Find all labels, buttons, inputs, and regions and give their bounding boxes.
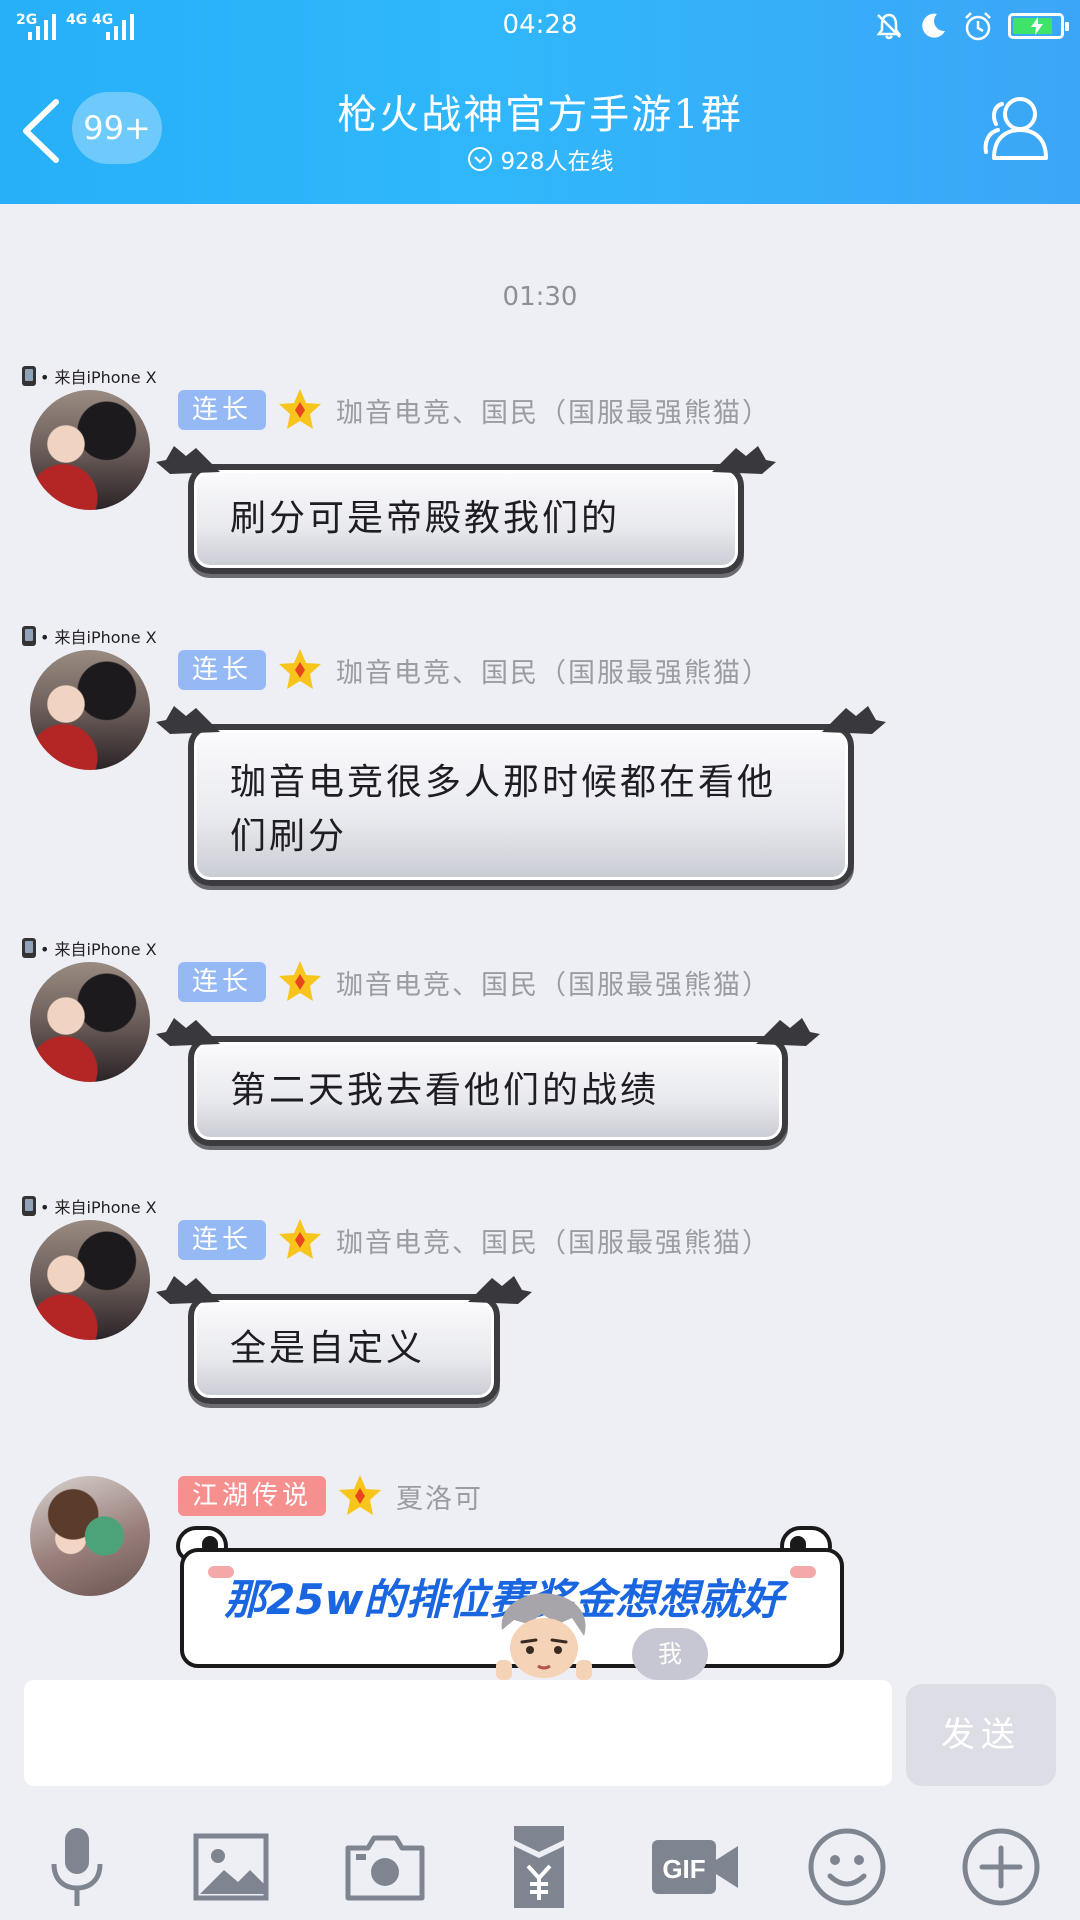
moon-icon <box>922 13 945 38</box>
devil-wing-icon <box>756 1018 820 1046</box>
gif-icon[interactable]: GIF <box>648 1822 744 1912</box>
composer-toolbar: GIF <box>0 1822 1080 1918</box>
sender-nickname[interactable]: 珈音电竞、国民（国服最强熊猫） <box>336 1221 771 1260</box>
charging-bolt-icon <box>1031 17 1043 35</box>
devil-wing-icon <box>468 1276 532 1304</box>
chat-header: 2G 4G 4G 04:28 99+ 枪火战神官方手游1群 928人在线 <box>0 0 1080 204</box>
avatar[interactable] <box>30 1220 150 1340</box>
microphone-icon[interactable] <box>32 1822 122 1912</box>
sender-meta: 连长 珈音电竞、国民（国服最强熊猫） <box>178 1219 771 1260</box>
sender-meta: 连长 珈音电竞、国民（国服最强熊猫） <box>178 961 771 1002</box>
sender-nickname[interactable]: 珈音电竞、国民（国服最强熊猫） <box>336 651 771 690</box>
message-text: 全是自定义 <box>230 1328 426 1369</box>
avatar[interactable] <box>30 962 150 1082</box>
group-title[interactable]: 枪火战神官方手游1群 <box>0 82 1080 140</box>
me-indicator: 我 <box>632 1628 708 1680</box>
message-bubble[interactable]: 刷分可是帝殿教我们的 <box>156 446 776 574</box>
message-text: 第二天我去看他们的战绩 <box>230 1070 660 1111</box>
message-text: 刷分可是帝殿教我们的 <box>230 498 621 539</box>
star-icon <box>279 1219 322 1259</box>
device-label-text: • 来自iPhone X <box>40 1198 157 1217</box>
camera-icon[interactable] <box>340 1822 430 1912</box>
alarm-icon <box>965 12 991 41</box>
iphone-icon <box>22 1196 36 1216</box>
mute-bell-icon <box>876 13 902 40</box>
message-bubble[interactable]: 第二天我去看他们的战绩 <box>156 1018 820 1146</box>
emoji-icon[interactable] <box>802 1822 892 1912</box>
rank-tag: 连长 <box>178 1220 267 1260</box>
online-count-label: 928人在线 <box>500 149 614 175</box>
rank-tag: 江湖传说 <box>178 1476 327 1516</box>
rank-tag: 连长 <box>178 390 267 430</box>
sender-meta: 江湖传说 夏洛可 <box>178 1475 483 1516</box>
devil-wing-icon <box>156 446 220 474</box>
blush-mark <box>790 1566 816 1578</box>
star-icon <box>279 961 322 1001</box>
devil-wing-icon <box>822 706 886 734</box>
status-icons <box>874 10 1069 42</box>
composer: 发送 GIF <box>0 1680 1080 1920</box>
plus-icon[interactable] <box>956 1822 1046 1912</box>
battery-icon <box>1008 13 1069 39</box>
message-text: 珈音电竞很多人那时候都在看他们刷分 <box>230 762 777 857</box>
rank-tag: 连长 <box>178 962 267 1002</box>
avatar[interactable] <box>30 390 150 510</box>
sender-meta: 连长 珈音电竞、国民（国服最强熊猫） <box>178 649 771 690</box>
device-label: • 来自iPhone X <box>22 624 157 648</box>
svg-text:GIF: GIF <box>662 1854 705 1884</box>
sender-meta: 连长 珈音电竞、国民（国服最强熊猫） <box>178 389 771 430</box>
device-label: • 来自iPhone X <box>22 364 157 388</box>
star-icon <box>279 389 322 429</box>
red-packet-icon[interactable] <box>494 1822 584 1912</box>
sender-nickname[interactable]: 夏洛可 <box>396 1477 483 1516</box>
sender-nickname[interactable]: 珈音电竞、国民（国服最强熊猫） <box>336 391 771 430</box>
devil-wing-icon <box>712 446 776 474</box>
sender-nickname[interactable]: 珈音电竞、国民（国服最强熊猫） <box>336 963 771 1002</box>
rank-tag: 连长 <box>178 650 267 690</box>
status-bar: 2G 4G 4G 04:28 <box>0 0 1080 52</box>
send-button[interactable]: 发送 <box>906 1684 1056 1786</box>
device-label: • 来自iPhone X <box>22 1194 157 1218</box>
mascot-avatar-icon <box>496 1593 592 1680</box>
device-label-text: • 来自iPhone X <box>40 940 157 959</box>
image-icon[interactable] <box>186 1822 276 1912</box>
message-input[interactable] <box>24 1680 892 1786</box>
devil-wing-icon <box>156 1018 220 1046</box>
device-label-text: • 来自iPhone X <box>40 368 157 387</box>
avatar[interactable] <box>30 650 150 770</box>
group-members-icon[interactable] <box>976 92 1054 164</box>
chat-timestamp: 01:30 <box>502 282 578 312</box>
devil-wing-icon <box>156 1276 220 1304</box>
avatar[interactable] <box>30 1476 150 1596</box>
star-icon <box>279 649 322 689</box>
device-label: • 来自iPhone X <box>22 936 157 960</box>
online-count[interactable]: 928人在线 <box>0 142 1080 176</box>
iphone-icon <box>22 366 36 386</box>
device-label-text: • 来自iPhone X <box>40 628 157 647</box>
devil-wing-icon <box>156 706 220 734</box>
chevron-circle-icon <box>467 147 492 171</box>
iphone-icon <box>22 938 36 958</box>
message-bubble[interactable]: 珈音电竞很多人那时候都在看他们刷分 <box>156 706 886 886</box>
star-icon <box>339 1475 382 1515</box>
iphone-icon <box>22 626 36 646</box>
message-bubble[interactable]: 全是自定义 <box>156 1276 532 1404</box>
